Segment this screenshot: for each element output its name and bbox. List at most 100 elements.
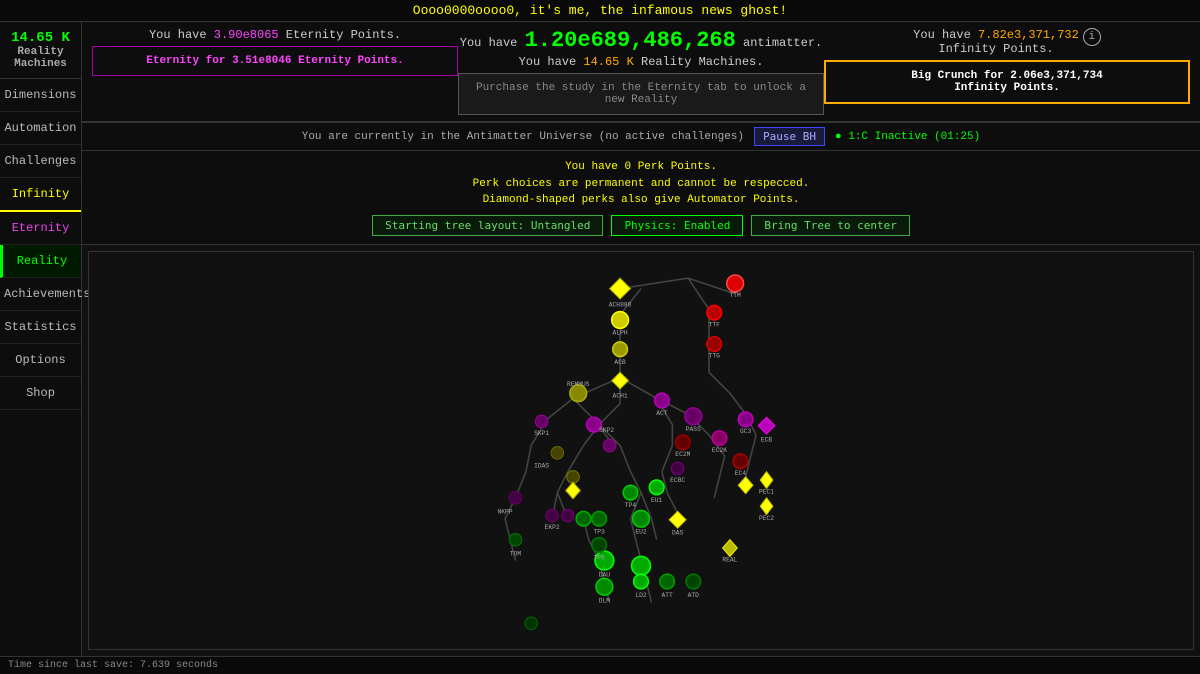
sidebar-item-eternity[interactable]: Eternity	[0, 212, 81, 245]
perk-node-ttg[interactable]	[707, 336, 722, 351]
perk-node-att[interactable]	[660, 574, 675, 589]
perk-node-nkp4[interactable]	[509, 491, 522, 504]
svg-text:PEC1: PEC1	[759, 488, 774, 495]
perk-node-idas[interactable]	[551, 446, 564, 459]
perk-node-alpha[interactable]	[612, 311, 629, 328]
perk-node-acb[interactable]	[613, 341, 628, 356]
perk-node-ec4[interactable]	[733, 453, 748, 468]
perk-node-skp1[interactable]	[535, 415, 548, 428]
svg-text:LD2: LD2	[635, 592, 647, 599]
rm-display-value: 14.65 K	[583, 55, 633, 69]
sidebar-item-reality[interactable]: Reality	[0, 245, 81, 278]
perk-count: 0	[624, 161, 631, 173]
svg-text:PASS: PASS	[686, 425, 701, 432]
perk-node-real[interactable]	[723, 539, 738, 556]
svg-text:TOM: TOM	[510, 550, 522, 557]
sidebar-rm-header: 14.65 K RealityMachines	[0, 22, 81, 79]
bh-status: ● 1:C Inactive (01:25)	[835, 131, 980, 143]
status-bar: You are currently in the Antimatter Univ…	[82, 122, 1200, 151]
antimatter-block: You have 1.20e689,486,268 antimatter. Yo…	[458, 28, 824, 115]
svg-text:REAL: REAL	[722, 556, 737, 563]
sidebar-item-shop[interactable]: Shop	[0, 377, 81, 410]
info-icon[interactable]: i	[1083, 28, 1101, 46]
perk-node-act[interactable]	[655, 393, 670, 408]
sidebar-item-challenges[interactable]: Challenges	[0, 145, 81, 178]
perk-node-gc3[interactable]	[738, 412, 753, 427]
svg-text:ACH1: ACH1	[613, 392, 628, 399]
rm-row: You have 14.65 K Reality Machines.	[458, 55, 824, 69]
rm-value: 14.65 K	[4, 30, 77, 46]
perk-tree-container[interactable]: ACH888 ALPH ACB ACH1 TTM TTF TTG REMMU	[88, 251, 1194, 651]
svg-text:IDAS: IDAS	[534, 462, 549, 469]
perk-area: You have 0 Perk Points. Perk choices are…	[82, 151, 1200, 245]
sidebar-item-statistics[interactable]: Statistics	[0, 311, 81, 344]
eternity-btn-value: 3.51e8046	[232, 55, 291, 67]
perk-node-pass[interactable]	[685, 407, 702, 424]
perk-node-ld1[interactable]	[632, 556, 651, 575]
perk-node-tp3[interactable]	[592, 511, 607, 526]
ep-value: 3.90e8065	[214, 28, 279, 42]
sidebar-item-dimensions[interactable]: Dimensions	[0, 79, 81, 112]
perk-node-ekp3[interactable]	[562, 509, 575, 522]
big-crunch-button[interactable]: Big Crunch for 2.06e3,371,734 Infinity P…	[824, 60, 1190, 104]
eternity-button[interactable]: Eternity for 3.51e8046 Eternity Points.	[92, 46, 458, 76]
perk-node-eu1[interactable]	[649, 480, 664, 495]
svg-text:EC2K: EC2K	[712, 446, 727, 453]
perk-node-ecbp[interactable]	[576, 511, 591, 526]
perk-node-ttf[interactable]	[707, 305, 722, 320]
perk-node-ec2k[interactable]	[712, 430, 727, 445]
perk-node-eu2[interactable]	[633, 510, 650, 527]
eternity-points-block: You have 3.90e8065 Eternity Points. Eter…	[92, 28, 458, 115]
perk-node-tom[interactable]	[509, 533, 522, 546]
universe-status: You are currently in the Antimatter Univ…	[302, 131, 744, 143]
perk-buttons: Starting tree layout: Untangled Physics:…	[92, 215, 1190, 236]
svg-text:ACH888: ACH888	[609, 301, 632, 308]
svg-text:ACB: ACB	[614, 358, 626, 365]
perk-node-ida[interactable]	[738, 476, 753, 493]
svg-text:TP5: TP5	[594, 554, 606, 561]
perk-node-xep[interactable]	[603, 439, 616, 452]
svg-text:EC4: EC4	[735, 469, 747, 476]
stats-row: You have 3.90e8065 Eternity Points. Eter…	[82, 22, 1200, 122]
svg-text:REMMUS: REMMUS	[567, 380, 590, 387]
rm-label: RealityMachines	[4, 46, 77, 70]
perk-node-tp4[interactable]	[623, 485, 638, 500]
news-ticker: Oooo0000oooo0, it's me, the infamous new…	[0, 0, 1200, 22]
perk-node-ach[interactable]	[610, 278, 631, 299]
physics-button[interactable]: Physics: Enabled	[611, 215, 743, 236]
perk-node-diam[interactable]	[567, 470, 580, 483]
perk-node-pec1[interactable]	[760, 471, 773, 488]
perk-node-pec2[interactable]	[760, 497, 773, 514]
perk-node-dlm[interactable]	[596, 578, 613, 595]
perk-text: You have 0 Perk Points. Perk choices are…	[92, 159, 1190, 209]
perk-node-ecb-diamond[interactable]	[758, 417, 775, 434]
center-tree-button[interactable]: Bring Tree to center	[751, 215, 909, 236]
svg-text:SKP1: SKP1	[534, 430, 549, 437]
perk-node-tp5[interactable]	[592, 537, 607, 552]
pause-bh-button[interactable]: Pause BH	[754, 127, 825, 146]
sidebar-item-achievements[interactable]: Achievements	[0, 278, 81, 311]
perk-node-ecbc[interactable]	[671, 462, 684, 475]
perk-node-diam-shape[interactable]	[566, 482, 581, 499]
perk-node-ttm[interactable]	[727, 275, 744, 292]
perk-node-ekp2[interactable]	[546, 509, 559, 522]
perk-node-ec2m[interactable]	[676, 435, 691, 450]
layout-button[interactable]: Starting tree layout: Untangled	[372, 215, 603, 236]
svg-text:EKP2: EKP2	[545, 524, 560, 531]
perk-node-atd[interactable]	[686, 574, 701, 589]
ip-value: 7.82e3,371,732	[978, 28, 1079, 42]
sidebar-item-options[interactable]: Options	[0, 344, 81, 377]
svg-text:GC3: GC3	[740, 427, 752, 434]
news-message: Oooo0000oooo0, it's me, the infamous new…	[413, 3, 787, 18]
antimatter-row: You have 1.20e689,486,268 antimatter.	[458, 28, 824, 53]
perk-node-bottom1[interactable]	[525, 617, 538, 630]
sidebar-item-infinity[interactable]: Infinity	[0, 178, 81, 212]
svg-text:PEC2: PEC2	[759, 514, 774, 521]
study-button[interactable]: Purchase the study in the Eternity tab t…	[458, 73, 824, 115]
perk-node-ach1[interactable]	[612, 372, 629, 389]
sidebar-item-automation[interactable]: Automation	[0, 112, 81, 145]
ep-label: You have 3.90e8065 Eternity Points.	[92, 28, 458, 42]
perk-node-das[interactable]	[669, 511, 686, 528]
perk-node-ld2[interactable]	[634, 574, 649, 589]
svg-text:DLM: DLM	[599, 597, 611, 604]
